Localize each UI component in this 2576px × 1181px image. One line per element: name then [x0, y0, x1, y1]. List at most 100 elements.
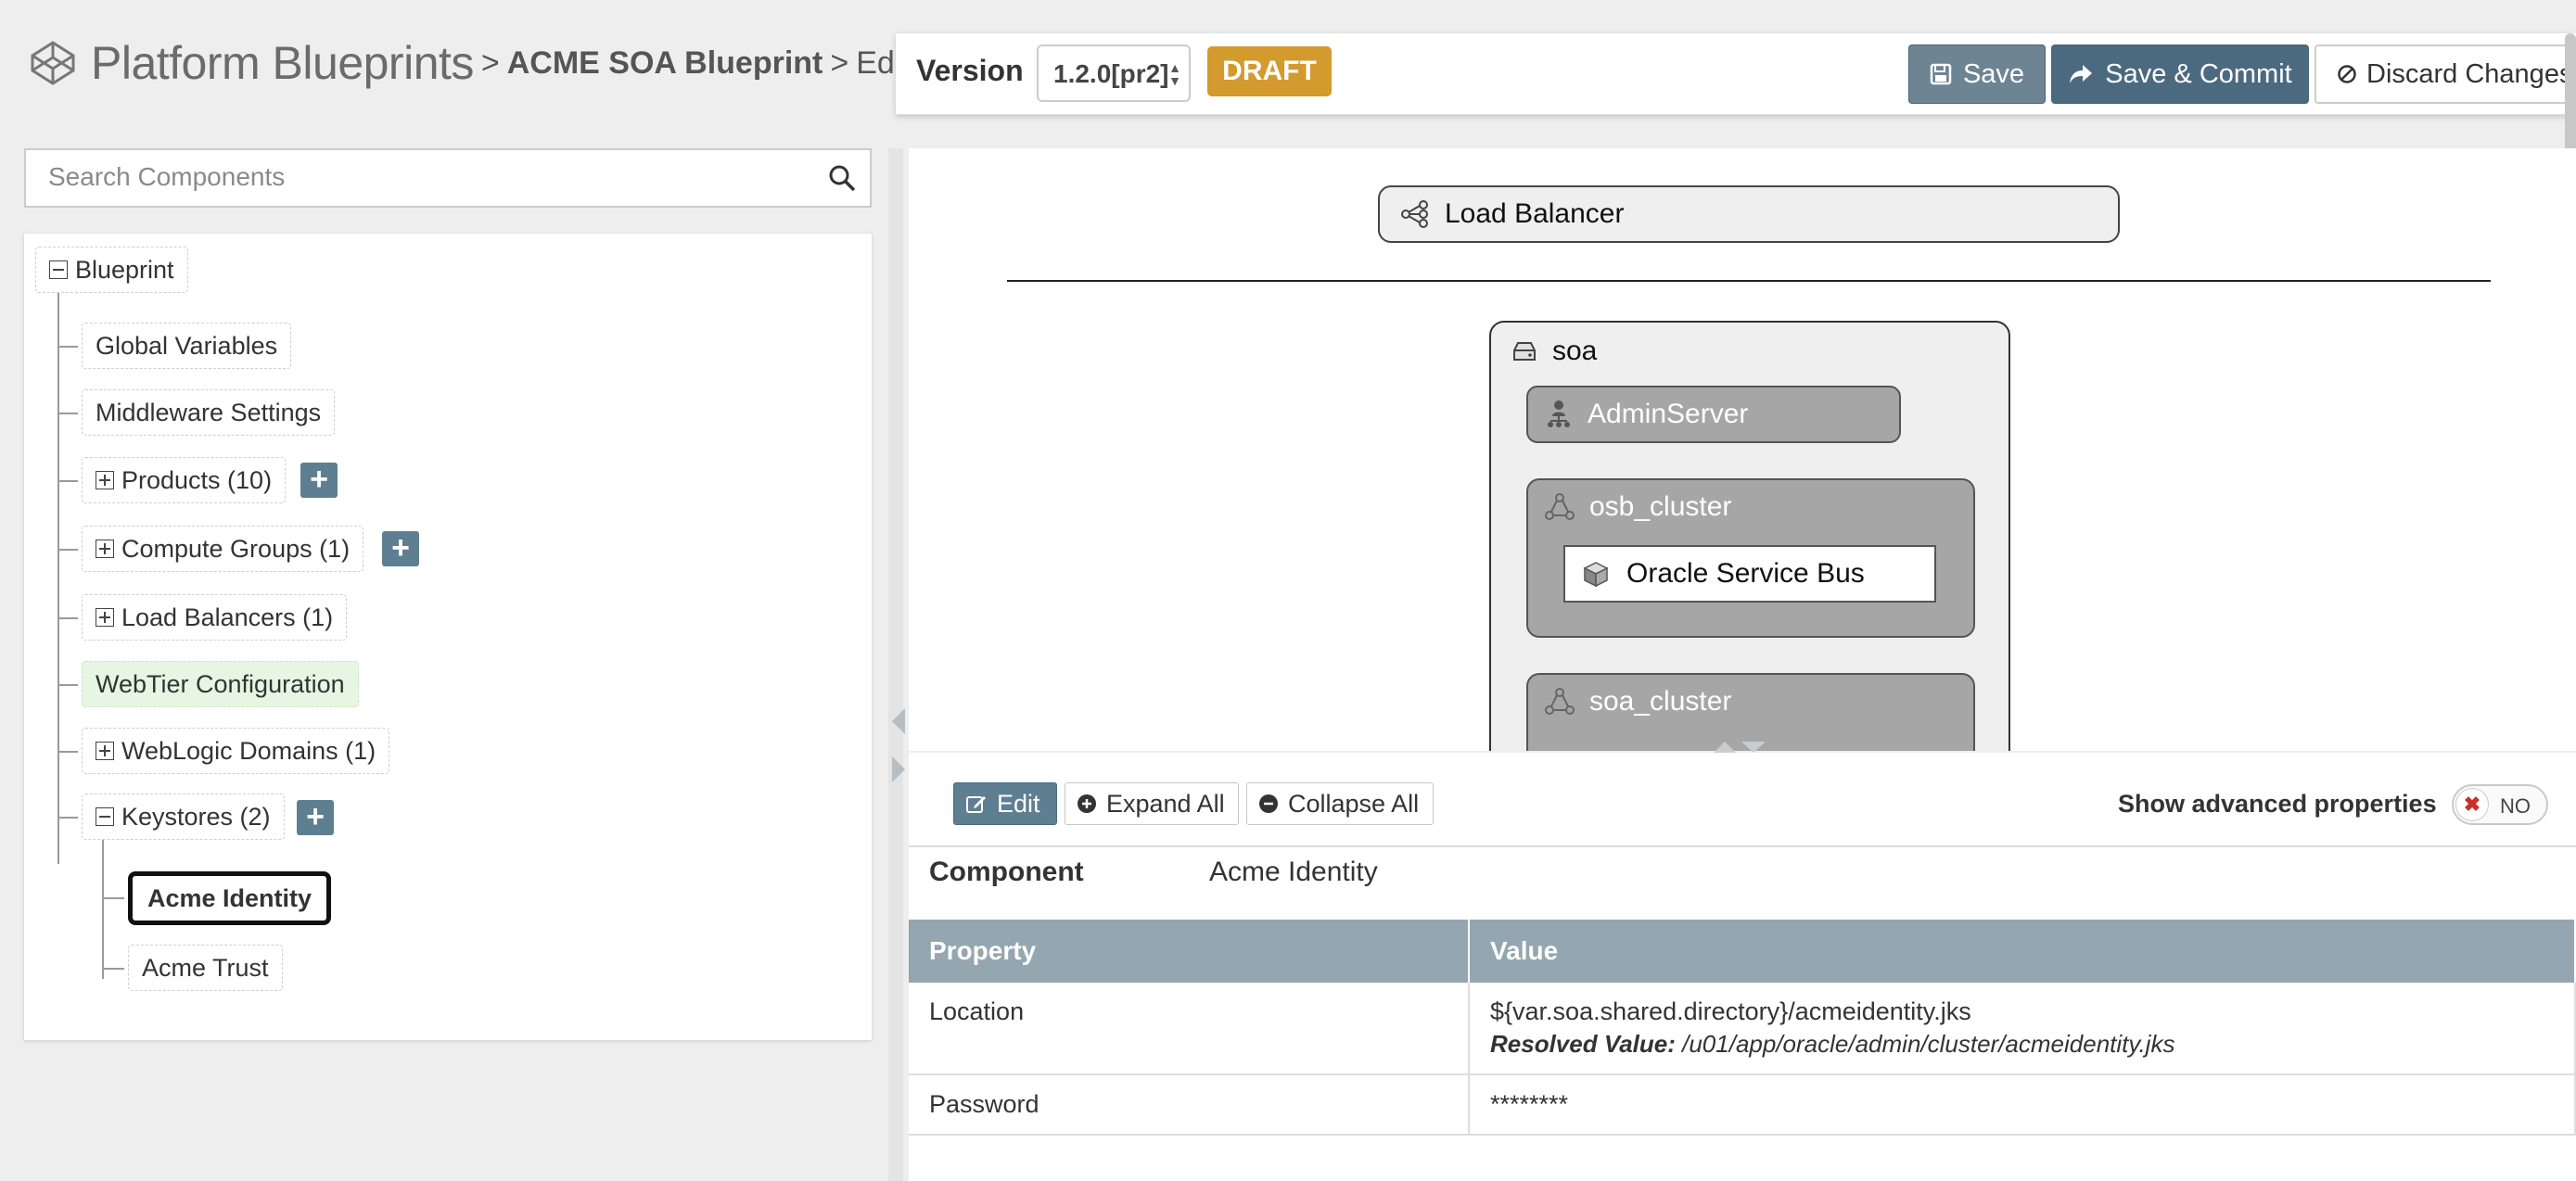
- collapse-all-label: Collapse All: [1288, 789, 1420, 818]
- app-header: Platform Blueprints > ACME SOA Blueprint…: [30, 35, 911, 91]
- expand-all-button[interactable]: Expand All: [1065, 782, 1239, 825]
- collapse-icon[interactable]: [49, 260, 68, 279]
- product-node-oracle-service-bus[interactable]: Oracle Service Bus: [1563, 545, 1936, 603]
- divider: [909, 845, 2576, 847]
- admin-server-node[interactable]: AdminServer: [1526, 386, 1901, 443]
- advanced-properties-label: Show advanced properties: [2118, 790, 2437, 818]
- tree-node-label: Load Balancers (1): [121, 603, 334, 631]
- tree-item-compute-groups[interactable]: Compute Groups (1): [82, 526, 364, 572]
- server-drive-icon: [1513, 342, 1536, 361]
- tree-connector: [57, 617, 78, 619]
- resolved-value: Resolved Value: /u01/app/oracle/admin/cl…: [1490, 1030, 2554, 1059]
- tree-connector: [57, 413, 78, 414]
- tree-connector: [102, 840, 104, 979]
- panel-splitter[interactable]: [888, 148, 903, 1181]
- component-value: Acme Identity: [1209, 857, 1378, 887]
- cluster-icon: [1545, 493, 1575, 520]
- toggle-state-label: NO: [2500, 794, 2531, 818]
- select-arrows-icon: ▲ ▼: [1168, 60, 1181, 88]
- add-product-button[interactable]: +: [300, 463, 338, 498]
- save-commit-button[interactable]: Save & Commit: [2051, 44, 2309, 104]
- cluster-header: soa_cluster: [1545, 686, 1731, 717]
- expand-icon[interactable]: [96, 471, 114, 489]
- resolved-value-label: Resolved Value:: [1490, 1030, 1676, 1058]
- save-button[interactable]: Save: [1908, 44, 2046, 104]
- tree-node-label: WebLogic Domains (1): [121, 736, 376, 765]
- minus-circle-icon: [1259, 794, 1278, 813]
- component-label: Component: [929, 857, 1084, 887]
- tree-item-weblogic-domains[interactable]: WebLogic Domains (1): [82, 728, 390, 774]
- advanced-properties-toggle[interactable]: ✖ NO: [2452, 784, 2548, 825]
- product-cube-icon: [1583, 562, 1609, 588]
- properties-panel: Edit Expand All Collapse All Show advanc…: [909, 753, 2576, 1181]
- tree-item-keystores[interactable]: Keystores (2): [82, 794, 285, 840]
- table-row[interactable]: Location ${var.soa.shared.directory}/acm…: [909, 983, 2576, 1075]
- domain-node-soa[interactable]: soa AdminServer osb_cluster Oracle Servi…: [1489, 321, 2010, 751]
- load-balancer-node[interactable]: Load Balancer: [1378, 185, 2120, 243]
- close-x-icon: ✖: [2455, 788, 2489, 821]
- cluster-label: osb_cluster: [1589, 491, 1732, 522]
- collapse-icon[interactable]: [96, 807, 114, 826]
- search-icon[interactable]: [827, 163, 857, 193]
- expand-icon[interactable]: [96, 608, 114, 627]
- tree-node-label: Blueprint: [75, 255, 174, 284]
- component-tree: Blueprint Global Variables Middleware Se…: [24, 234, 872, 1040]
- domain-label: soa: [1552, 336, 1598, 366]
- tree-connector: [57, 280, 59, 864]
- expand-icon[interactable]: [96, 540, 114, 558]
- share-nodes-icon: [1401, 200, 1428, 228]
- domain-header: soa: [1511, 336, 1597, 367]
- expand-icon[interactable]: [96, 742, 114, 760]
- resolved-value-text: /u01/app/oracle/admin/cluster/acmeidenti…: [1682, 1030, 2175, 1058]
- component-search: [24, 148, 872, 208]
- tree-node-label: Middleware Settings: [96, 398, 322, 426]
- load-balancer-label: Load Balancer: [1445, 198, 1625, 229]
- tree-root-blueprint[interactable]: Blueprint: [35, 247, 188, 293]
- plus-circle-icon: [1078, 794, 1096, 813]
- property-value: ********: [1469, 1074, 2576, 1136]
- edit-icon: [966, 796, 986, 813]
- add-keystore-button[interactable]: +: [297, 800, 334, 835]
- tree-item-acme-identity[interactable]: Acme Identity: [128, 871, 332, 925]
- tree-item-load-balancers[interactable]: Load Balancers (1): [82, 594, 348, 641]
- version-toolbar: Version 1.2.0[pr2] ▲ ▼ DRAFT Save Save & …: [896, 33, 2576, 115]
- collapse-all-button[interactable]: Collapse All: [1246, 782, 1434, 825]
- breadcrumb-blueprint[interactable]: ACME SOA Blueprint: [507, 45, 823, 82]
- tree-connector: [57, 684, 78, 686]
- floppy-disk-icon: [1930, 63, 1952, 85]
- version-value: 1.2.0[pr2]: [1053, 59, 1169, 88]
- table-header-row: Property Value: [909, 920, 2576, 983]
- save-commit-label: Save & Commit: [2105, 58, 2292, 89]
- tree-item-webtier-configuration[interactable]: WebTier Configuration: [82, 661, 359, 707]
- search-input[interactable]: [26, 150, 805, 204]
- tree-node-label: Keystores (2): [121, 802, 271, 831]
- cluster-header: osb_cluster: [1545, 491, 1731, 523]
- tree-item-global-variables[interactable]: Global Variables: [82, 323, 292, 369]
- tree-item-products[interactable]: Products (10): [82, 457, 287, 503]
- collapse-left-icon[interactable]: [892, 708, 905, 734]
- table-row[interactable]: Password ********: [909, 1074, 2576, 1136]
- property-value-cell: ${var.soa.shared.directory}/acmeidentity…: [1469, 983, 2576, 1075]
- ban-icon: [2338, 65, 2356, 83]
- product-label: Oracle Service Bus: [1626, 558, 1865, 589]
- topology-canvas: Load Balancer soa AdminServer osb_cluste…: [909, 148, 2576, 751]
- tree-connector: [57, 346, 78, 348]
- properties-table: Property Value Location ${var.soa.shared…: [909, 920, 2576, 1136]
- tree-node-label: WebTier Configuration: [96, 669, 345, 698]
- edit-button[interactable]: Edit: [953, 782, 1057, 825]
- expand-right-icon[interactable]: [892, 756, 905, 782]
- add-compute-group-button[interactable]: +: [382, 531, 419, 566]
- app-title[interactable]: Platform Blueprints: [91, 36, 474, 90]
- discard-changes-button[interactable]: Discard Changes: [2315, 44, 2576, 104]
- status-badge: DRAFT: [1207, 46, 1332, 96]
- column-header-value: Value: [1469, 920, 2576, 983]
- discard-label: Discard Changes: [2366, 58, 2573, 89]
- tree-item-acme-trust[interactable]: Acme Trust: [128, 945, 283, 991]
- cluster-node-osb[interactable]: osb_cluster Oracle Service Bus: [1526, 478, 1975, 638]
- cluster-icon: [1545, 688, 1575, 715]
- version-select[interactable]: 1.2.0[pr2] ▲ ▼: [1037, 44, 1191, 102]
- version-label: Version: [916, 54, 1024, 87]
- tree-item-middleware-settings[interactable]: Middleware Settings: [82, 389, 336, 436]
- expand-all-label: Expand All: [1106, 789, 1225, 818]
- cluster-label: soa_cluster: [1589, 686, 1732, 717]
